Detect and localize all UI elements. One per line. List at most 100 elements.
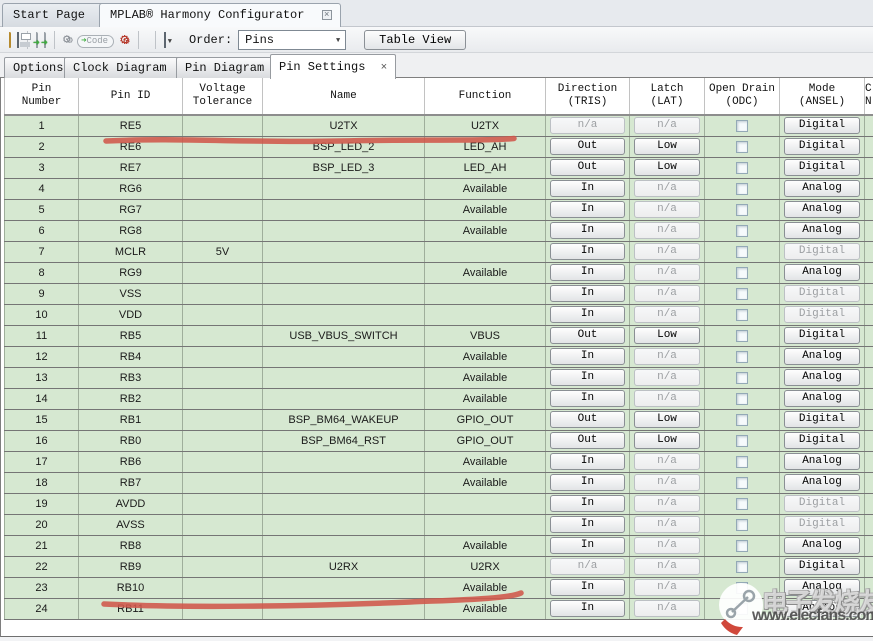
odc-checkbox[interactable] [736,267,748,279]
odc-checkbox[interactable] [736,393,748,405]
mode-button[interactable]: Digital [784,432,860,449]
mode-button[interactable]: Digital [784,117,860,134]
mode-button[interactable]: Digital [784,558,860,575]
pin-name-cell[interactable] [263,241,425,262]
odc-checkbox[interactable] [736,498,748,510]
pin-name-cell[interactable] [263,451,425,472]
direction-button[interactable]: In [550,306,625,323]
pin-function-cell[interactable]: U2RX [425,556,546,577]
odc-checkbox[interactable] [736,204,748,216]
mode-button[interactable]: Analog [784,474,860,491]
direction-button[interactable]: In [550,453,625,470]
odc-checkbox[interactable] [736,141,748,153]
direction-button[interactable]: Out [550,411,625,428]
latch-button[interactable]: Low [634,411,700,428]
pin-name-cell[interactable] [263,577,425,598]
pin-name-cell[interactable] [263,178,425,199]
odc-checkbox[interactable] [736,561,748,573]
odc-checkbox[interactable] [736,162,748,174]
direction-button[interactable]: In [550,222,625,239]
pin-function-cell[interactable]: Available [425,535,546,556]
direction-button[interactable]: In [550,201,625,218]
pin-function-cell[interactable]: LED_AH [425,157,546,178]
mode-button[interactable]: Digital [784,327,860,344]
pin-name-cell[interactable] [263,283,425,304]
mode-button[interactable]: Analog [784,390,860,407]
odc-checkbox[interactable] [736,540,748,552]
pin-name-cell[interactable] [263,367,425,388]
direction-button[interactable]: In [550,579,625,596]
regenerate-icon[interactable]: ⚙⚙ [120,30,130,49]
open-folder-icon[interactable] [9,33,11,47]
pin-name-cell[interactable]: BSP_LED_3 [263,157,425,178]
direction-button[interactable]: In [550,495,625,512]
pin-name-cell[interactable] [263,220,425,241]
direction-button[interactable]: In [550,348,625,365]
pin-function-cell[interactable]: LED_AH [425,136,546,157]
latch-button[interactable]: Low [634,159,700,176]
mode-button[interactable]: Analog [784,222,860,239]
mode-button[interactable]: Analog [784,180,860,197]
import-configuration-icon[interactable]: ➜ [36,33,38,47]
pin-name-cell[interactable] [263,304,425,325]
export-configuration-icon[interactable]: ➜ [44,33,46,47]
mode-button[interactable]: Analog [784,537,860,554]
pin-function-cell[interactable]: Available [425,451,546,472]
pin-function-cell[interactable]: U2TX [425,115,546,136]
pin-function-cell[interactable] [425,241,546,262]
pin-function-cell[interactable]: Available [425,388,546,409]
save-icon[interactable] [17,33,19,47]
direction-button[interactable]: In [550,369,625,386]
pin-function-cell[interactable]: Available [425,220,546,241]
tab-options[interactable]: Options [4,57,72,78]
odc-checkbox[interactable] [736,288,748,300]
mode-button[interactable]: Analog [784,264,860,281]
tab-pin-settings[interactable]: Pin Settings × [270,54,396,79]
latch-button[interactable]: Low [634,327,700,344]
pin-function-cell[interactable]: Available [425,577,546,598]
odc-checkbox[interactable] [736,120,748,132]
odc-checkbox[interactable] [736,372,748,384]
pin-function-cell[interactable]: VBUS [425,325,546,346]
pin-function-cell[interactable]: Available [425,472,546,493]
pin-function-cell[interactable] [425,283,546,304]
odc-checkbox[interactable] [736,225,748,237]
mode-button[interactable]: Analog [784,600,860,617]
pin-name-cell[interactable] [263,514,425,535]
pin-function-cell[interactable]: Available [425,346,546,367]
pin-function-cell[interactable]: Available [425,598,546,619]
pin-name-cell[interactable]: U2TX [263,115,425,136]
odc-checkbox[interactable] [736,477,748,489]
close-icon[interactable]: × [381,62,388,74]
mode-button[interactable]: Digital [784,159,860,176]
mode-button[interactable]: Analog [784,453,860,470]
generate-code-icon[interactable]: ⚙⚙ ➜Code [63,32,114,47]
order-select[interactable]: Pins ▼ [238,30,346,50]
pin-function-cell[interactable] [425,514,546,535]
pin-name-cell[interactable] [263,493,425,514]
direction-button[interactable]: In [550,180,625,197]
pin-name-cell[interactable]: BSP_BM64_RST [263,430,425,451]
odc-checkbox[interactable] [736,519,748,531]
direction-button[interactable]: In [550,600,625,617]
odc-checkbox[interactable] [736,330,748,342]
pin-function-cell[interactable]: Available [425,178,546,199]
odc-checkbox[interactable] [736,456,748,468]
odc-checkbox[interactable] [736,435,748,447]
direction-button[interactable]: Out [550,432,625,449]
pin-name-cell[interactable] [263,262,425,283]
pin-name-cell[interactable]: USB_VBUS_SWITCH [263,325,425,346]
window-layout-icon[interactable]: ▼ [164,33,172,47]
mode-button[interactable]: Digital [784,138,860,155]
direction-button[interactable]: In [550,474,625,491]
direction-button[interactable]: Out [550,138,625,155]
odc-checkbox[interactable] [736,309,748,321]
direction-button[interactable]: In [550,537,625,554]
pin-name-cell[interactable]: BSP_LED_2 [263,136,425,157]
direction-button[interactable]: In [550,516,625,533]
odc-checkbox[interactable] [736,246,748,258]
direction-button[interactable]: In [550,264,625,281]
pin-name-cell[interactable] [263,472,425,493]
pin-function-cell[interactable]: GPIO_OUT [425,430,546,451]
mode-button[interactable]: Analog [784,579,860,596]
